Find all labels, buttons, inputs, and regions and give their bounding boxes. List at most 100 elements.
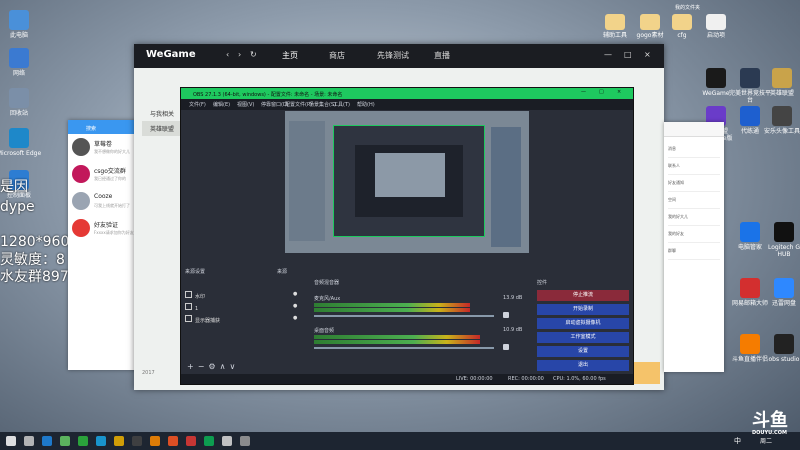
contacts-list-item[interactable]: 我的好友: [668, 226, 720, 243]
wegame-titlebar: WeGame ‹ › ↻ 主页 商店 先锋测试 直播 — □ ×: [134, 44, 664, 68]
obs-control-button[interactable]: 退出: [537, 360, 629, 371]
chat-search-placeholder: 搜索: [86, 126, 97, 132]
folder-icon[interactable]: 启动项: [693, 14, 739, 39]
tab-store[interactable]: 商店: [329, 50, 345, 61]
desktop-app-icon: [740, 334, 760, 354]
desktop-icon-label: obs studio: [768, 356, 800, 363]
mixer-channel-label: 桌面音频: [314, 328, 335, 334]
mute-icon[interactable]: [503, 344, 509, 350]
desktop-icon[interactable]: Microsoft Edge: [0, 128, 42, 157]
source-item[interactable]: 1 ●: [185, 303, 305, 312]
source-item[interactable]: 显示器捕获 ●: [185, 315, 305, 324]
source-controls: +−⚙∧∨: [187, 362, 239, 371]
chat-preview: 可我上线就开始打了: [94, 203, 130, 208]
obs-menu-item[interactable]: 工具(T): [333, 101, 350, 108]
cursor-icon[interactable]: [222, 436, 232, 446]
obs-minimize-icon[interactable]: —: [581, 89, 586, 95]
obs-menu-item[interactable]: 配置文件(P): [285, 101, 312, 108]
desktop-icon-label: 网络: [12, 70, 25, 77]
forward-icon[interactable]: ›: [238, 50, 241, 59]
desktop-icon[interactable]: obs studio: [761, 334, 800, 363]
maximize-icon[interactable]: □: [624, 50, 632, 59]
steam-icon[interactable]: [42, 436, 52, 446]
desktop-app-icon: [772, 106, 792, 126]
wegame-logo[interactable]: WeGame: [146, 49, 196, 60]
taskbar: 中 周二: [0, 432, 800, 450]
obs-control-button[interactable]: 设置: [537, 346, 629, 357]
desktop-icon[interactable]: 安乐头像工具: [759, 106, 800, 135]
start-icon[interactable]: [6, 436, 16, 446]
overlay-line-5: 水友群897: [0, 269, 69, 285]
obs-preview[interactable]: [285, 111, 529, 253]
taobao-icon[interactable]: [168, 436, 178, 446]
desktop-icon[interactable]: 迅雷网盘: [761, 278, 800, 307]
obs-close-icon[interactable]: ×: [617, 89, 621, 95]
add-source-button[interactable]: +: [187, 362, 198, 371]
obs-control-button[interactable]: 工作室模式: [537, 332, 629, 343]
desktop-icon[interactable]: 网络: [0, 48, 42, 77]
mixer-panel-title: 音频混音器: [314, 280, 340, 286]
obs-menu-item[interactable]: 帮助(H): [357, 101, 375, 108]
back-icon[interactable]: ‹: [226, 50, 229, 59]
overlay-line-4: 灵敏度：8: [0, 252, 65, 268]
tab-live[interactable]: 直播: [434, 50, 450, 61]
source-item[interactable]: 水印 ●: [185, 291, 305, 300]
volume-slider[interactable]: [314, 315, 494, 317]
desktop-app-icon: [774, 222, 794, 242]
wegame-icon[interactable]: [150, 436, 160, 446]
desktop-icon-label: Logitech G HUB: [767, 244, 800, 258]
visibility-eye-icon[interactable]: ●: [293, 303, 297, 309]
wechat-icon[interactable]: [78, 436, 88, 446]
obs-control-button[interactable]: 开始录制: [537, 304, 629, 315]
chat-name: 好友验证: [94, 222, 119, 229]
move-up-icon[interactable]: ∧: [220, 362, 230, 371]
mute-icon[interactable]: [503, 312, 509, 318]
contacts-list-item[interactable]: 消息: [668, 141, 720, 158]
obs-icon[interactable]: [204, 436, 214, 446]
qq-icon[interactable]: [96, 436, 106, 446]
clock[interactable]: 周二: [760, 436, 772, 445]
desktop-icon[interactable]: 此电脑: [0, 10, 42, 39]
yy-icon[interactable]: [114, 436, 124, 446]
close-icon[interactable]: ×: [644, 50, 651, 59]
tab-pioneer[interactable]: 先锋测试: [377, 50, 409, 61]
move-down-icon[interactable]: ∨: [229, 362, 239, 371]
chat-preview: 我已经通过了你的: [94, 176, 126, 181]
obs-title-text: OBS 27.1.3 (64-bit, windows) - 配置文件: 未命名…: [193, 92, 343, 98]
contacts-list-item[interactable]: 联系人: [668, 158, 720, 175]
ime-indicator[interactable]: 中: [734, 436, 741, 446]
volume-slider[interactable]: [314, 347, 494, 349]
contacts-list-item[interactable]: 空间: [668, 192, 720, 209]
obs-control-button[interactable]: 启动虚拟摄像机: [537, 318, 629, 329]
source-settings-icon[interactable]: ⚙: [208, 362, 219, 371]
search-icon[interactable]: [24, 436, 34, 446]
remove-source-button[interactable]: −: [198, 362, 209, 371]
watermark-main: 斗鱼: [752, 410, 788, 431]
obs-menu-item[interactable]: 文件(F): [189, 101, 206, 108]
sidebar-item-related[interactable]: 与我相关: [142, 106, 182, 121]
overlay-line-1: 是因: [0, 179, 28, 195]
obs-maximize-icon[interactable]: □: [599, 89, 604, 95]
desktop-icon[interactable]: 英雄联盟: [759, 68, 800, 97]
app-icon[interactable]: [60, 436, 70, 446]
desktop-app-icon: [740, 222, 760, 242]
obs-menu-item[interactable]: 视图(V): [237, 101, 254, 108]
desktop-icon[interactable]: Logitech G HUB: [761, 222, 800, 258]
visibility-eye-icon[interactable]: ●: [293, 315, 297, 321]
obs-control-button[interactable]: 停止推流: [537, 290, 629, 301]
chat-preview: 我不想做你的好大儿: [94, 149, 130, 154]
file-icon[interactable]: [240, 436, 250, 446]
desktop-icon-label: 迅雷网盘: [771, 300, 796, 307]
minimize-icon[interactable]: —: [604, 50, 612, 59]
tab-home[interactable]: 主页: [282, 50, 298, 61]
refresh-icon[interactable]: ↻: [250, 50, 257, 59]
chrome-icon[interactable]: [186, 436, 196, 446]
contacts-list-item[interactable]: 群聊: [668, 243, 720, 260]
visibility-eye-icon[interactable]: ●: [293, 291, 297, 297]
contacts-list-item[interactable]: 好友通知: [668, 175, 720, 192]
sidebar-item-lol[interactable]: 英雄联盟: [142, 121, 182, 136]
obs-menu-item[interactable]: 编辑(E): [213, 101, 230, 108]
terminal-icon[interactable]: [132, 436, 142, 446]
contacts-list-item[interactable]: 我的好大儿: [668, 209, 720, 226]
desktop-icon[interactable]: 回收站: [0, 88, 42, 117]
